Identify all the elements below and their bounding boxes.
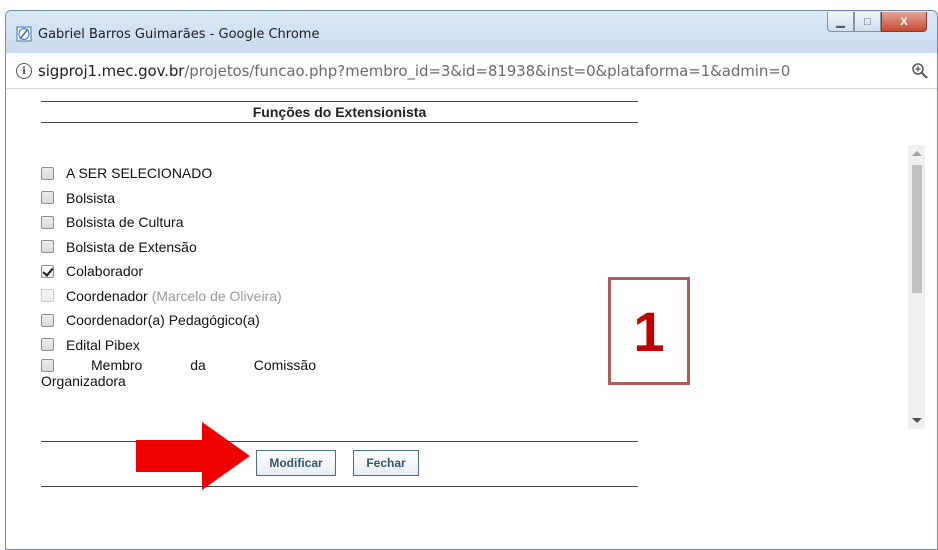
checkbox-label: Membro da Comissão <box>91 357 316 373</box>
zoom-icon[interactable] <box>911 62 929 80</box>
window-title: Gabriel Barros Guimarães - Google Chrome <box>38 27 320 42</box>
checkbox-label-continuation: Organizadora <box>41 373 126 389</box>
divider <box>41 441 638 442</box>
scroll-down-icon[interactable] <box>912 418 922 423</box>
label-word: da <box>190 357 206 373</box>
checkbox[interactable] <box>41 313 54 327</box>
label-word: Membro <box>91 357 143 373</box>
scrollbar[interactable] <box>908 145 925 429</box>
list-item[interactable]: Colaborador <box>41 259 361 284</box>
checkbox-label: Coordenador(a) Pedagógico(a) <box>66 312 260 329</box>
scrollbar-thumb[interactable] <box>912 165 922 293</box>
list-item[interactable]: Membro da Comissão Organizadora <box>41 357 361 401</box>
divider <box>41 486 638 487</box>
checkbox-label: Bolsista de Extensão <box>66 238 197 255</box>
label-word: Comissão <box>253 357 316 373</box>
list-item[interactable]: A SER SELECIONADO <box>41 161 361 186</box>
address-bar[interactable]: i sigproj1.mec.gov.br/projetos/funcao.ph… <box>6 53 937 89</box>
close-button[interactable]: Fechar <box>353 450 419 476</box>
annotation-number: 1 <box>633 299 665 363</box>
list-item[interactable]: Bolsista <box>41 186 361 211</box>
list-item: Coordenador (Marcelo de Oliveira) <box>41 284 361 309</box>
checkbox[interactable] <box>41 215 54 229</box>
list-item[interactable]: Edital Pibex <box>41 333 361 358</box>
url-host: sigproj1.mec.gov.br <box>38 62 185 80</box>
checkbox[interactable] <box>41 338 54 352</box>
scroll-up-icon[interactable] <box>912 151 922 156</box>
url-text[interactable]: sigproj1.mec.gov.br/projetos/funcao.php?… <box>38 62 790 80</box>
function-list: A SER SELECIONADO Bolsista Bolsista de C… <box>41 161 361 401</box>
close-icon: X <box>900 15 908 28</box>
url-path: /projetos/funcao.php?membro_id=3&id=8193… <box>184 62 791 80</box>
checkbox[interactable] <box>41 358 54 372</box>
checkbox-label: Bolsista de Cultura <box>66 214 184 231</box>
checkbox-label: Colaborador <box>66 263 144 280</box>
checkbox-label: Edital Pibex <box>66 336 140 353</box>
window-controls: ▁ □ X <box>827 12 927 32</box>
checkbox-label: Bolsista <box>66 189 116 206</box>
checkbox-label: A SER SELECIONADO <box>66 165 213 182</box>
list-item[interactable]: Coordenador(a) Pedagógico(a) <box>41 308 361 333</box>
info-icon[interactable]: i <box>16 63 32 79</box>
multi-line-row: Membro da Comissão <box>41 357 341 373</box>
checkbox[interactable] <box>41 240 54 254</box>
red-arrow-icon <box>136 422 250 490</box>
close-window-button[interactable]: X <box>881 12 927 32</box>
maximize-button[interactable]: □ <box>854 12 881 32</box>
minimize-button[interactable]: ▁ <box>827 12 854 32</box>
minimize-icon: ▁ <box>836 16 845 28</box>
maximize-icon: □ <box>864 15 871 28</box>
list-item[interactable]: Bolsista de Extensão <box>41 235 361 260</box>
checkbox-label: Coordenador <box>66 287 148 304</box>
list-item[interactable]: Bolsista de Cultura <box>41 210 361 235</box>
checkbox-checked[interactable] <box>41 264 54 278</box>
checkbox[interactable] <box>41 166 54 180</box>
checkbox[interactable] <box>41 191 54 205</box>
browser-logo-icon <box>16 26 32 42</box>
coordinator-name-note: (Marcelo de Oliveira) <box>151 287 282 304</box>
section-title: Funções do Extensionista <box>41 101 638 123</box>
annotation-number-box: 1 <box>608 277 690 385</box>
checkbox-disabled <box>41 289 54 303</box>
title-bar[interactable]: Gabriel Barros Guimarães - Google Chrome… <box>6 11 937 53</box>
modify-button[interactable]: Modificar <box>256 450 336 476</box>
